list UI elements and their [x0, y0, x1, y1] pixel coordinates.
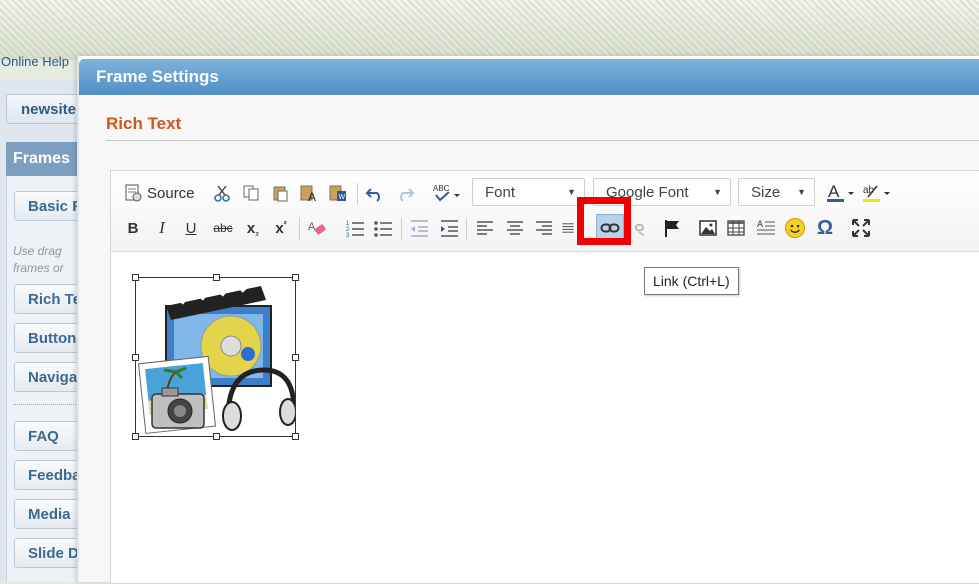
frame-settings-dialog: Frame Settings Rich Text Source A W ABC … — [77, 56, 979, 584]
highlight-box — [577, 197, 631, 245]
resize-handle[interactable] — [213, 433, 220, 440]
dialog-title[interactable]: Frame Settings — [79, 59, 979, 95]
chevron-down-icon: ▼ — [567, 187, 576, 197]
svg-text:ABC: ABC — [433, 184, 450, 193]
smiley-icon[interactable] — [783, 216, 807, 240]
superscript-label: x — [275, 219, 284, 237]
background-color-icon[interactable]: ab — [861, 181, 895, 205]
format-text-icon[interactable]: A — [754, 216, 778, 240]
svg-text:A: A — [757, 219, 763, 229]
image-icon[interactable] — [696, 216, 720, 240]
indent-icon[interactable] — [437, 216, 461, 240]
font-select-value: Font — [485, 184, 516, 201]
hint-line-1: Use drag — [13, 244, 62, 258]
special-character-icon[interactable]: Ω — [813, 216, 837, 240]
resize-handle[interactable] — [132, 274, 139, 281]
svg-text:A: A — [308, 221, 316, 233]
hint-line-2: frames or — [13, 261, 64, 275]
resize-handle[interactable] — [292, 274, 299, 281]
editor-toolbar: Source A W ABC Font ▼ Google Font ▼ Size… — [111, 171, 979, 252]
online-help-link[interactable]: Online Help — [1, 54, 69, 69]
resize-handle[interactable] — [132, 354, 139, 361]
spellcheck-icon[interactable]: ABC — [431, 181, 463, 205]
svg-text:A: A — [828, 182, 840, 201]
link-tooltip: Link (Ctrl+L) — [644, 267, 739, 295]
italic-button[interactable]: I — [150, 216, 174, 240]
justify-icon[interactable] — [561, 216, 575, 240]
rich-text-editor: Source A W ABC Font ▼ Google Font ▼ Size… — [110, 170, 979, 584]
toolbar-separator — [299, 218, 300, 240]
strikethrough-button[interactable]: abc — [209, 216, 237, 240]
align-left-icon[interactable] — [473, 216, 497, 240]
unlink-icon[interactable] — [631, 216, 647, 240]
resize-handle[interactable] — [292, 433, 299, 440]
source-button[interactable]: Source — [123, 181, 195, 205]
align-center-icon[interactable] — [503, 216, 527, 240]
text-color-icon[interactable]: A — [825, 181, 859, 205]
paste-word-icon[interactable]: W — [326, 181, 350, 205]
paste-text-icon[interactable]: A — [297, 181, 321, 205]
selected-image[interactable] — [132, 274, 299, 440]
media-clipart-icon — [137, 279, 297, 434]
toolbar-separator — [466, 218, 467, 240]
align-right-icon[interactable] — [532, 216, 556, 240]
table-icon[interactable] — [724, 216, 748, 240]
superscript-two: ² — [283, 219, 287, 229]
chevron-down-icon: ▼ — [797, 187, 806, 197]
section-title: Rich Text — [106, 114, 182, 133]
numbered-list-icon[interactable]: 123 — [343, 216, 367, 240]
undo-icon[interactable] — [363, 181, 387, 205]
section-divider — [106, 140, 979, 141]
bold-button[interactable]: B — [121, 216, 145, 240]
bulleted-list-icon[interactable] — [371, 216, 395, 240]
toolbar-separator — [357, 183, 358, 205]
toolbar-separator — [401, 218, 402, 240]
resize-handle[interactable] — [292, 354, 299, 361]
source-label: Source — [147, 184, 195, 202]
underline-button[interactable]: U — [179, 216, 203, 240]
subscript-label: x — [246, 219, 256, 237]
copy-icon[interactable] — [239, 181, 263, 205]
redo-icon[interactable] — [393, 181, 417, 205]
maximize-icon[interactable] — [849, 216, 873, 240]
sidebar-divider — [14, 404, 76, 405]
resize-handle[interactable] — [213, 274, 220, 281]
svg-text:3: 3 — [346, 233, 350, 238]
outdent-icon[interactable] — [407, 216, 431, 240]
subscript-button[interactable]: x₂ — [241, 216, 265, 240]
paste-icon[interactable] — [268, 181, 292, 205]
size-select[interactable]: Size ▼ — [738, 178, 815, 206]
drag-hint: Use drag frames or — [13, 243, 77, 277]
chevron-down-icon: ▼ — [713, 187, 722, 197]
anchor-flag-icon[interactable] — [660, 216, 684, 240]
svg-text:A: A — [308, 190, 316, 203]
size-select-value: Size — [751, 184, 781, 201]
cut-icon[interactable] — [210, 181, 234, 205]
font-select[interactable]: Font ▼ — [472, 178, 585, 206]
superscript-button[interactable]: x² — [269, 216, 293, 240]
resize-handle[interactable] — [132, 433, 139, 440]
subscript-two: ₂ — [255, 227, 260, 237]
remove-format-icon[interactable]: A — [305, 216, 329, 240]
source-icon — [125, 184, 142, 202]
header-background — [0, 0, 979, 60]
svg-text:W: W — [339, 194, 346, 201]
